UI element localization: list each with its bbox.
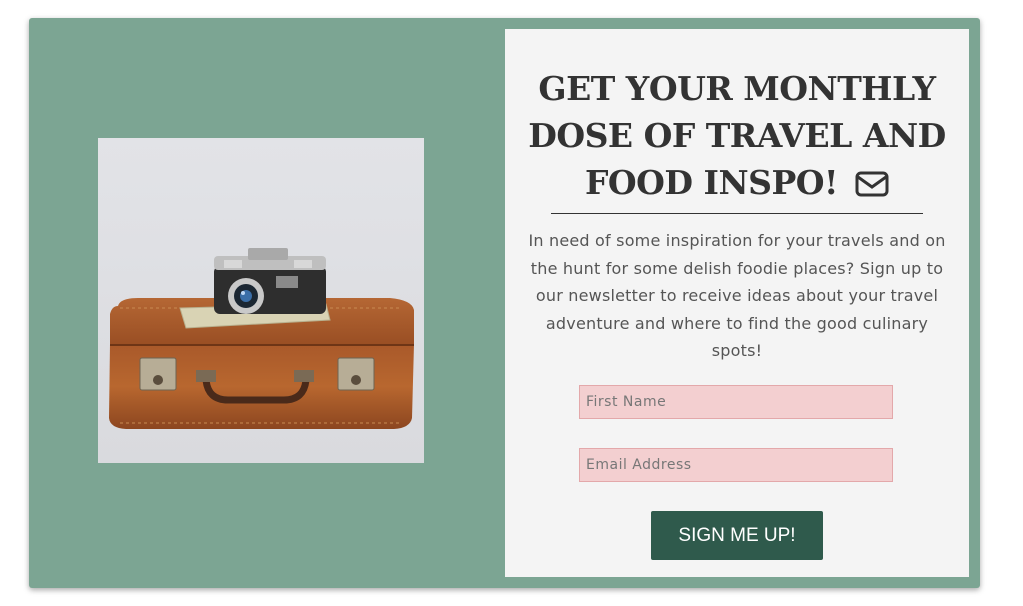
- camera-suitcase-photo: [98, 138, 424, 463]
- newsletter-headline: GET YOUR MONTHLY DOSE OF TRAVEL AND FOOD…: [505, 65, 969, 209]
- email-address-input[interactable]: [579, 448, 893, 482]
- envelope-icon: [855, 162, 889, 209]
- signup-panel: GET YOUR MONTHLY DOSE OF TRAVEL AND FOOD…: [505, 29, 969, 577]
- sign-me-up-button[interactable]: SIGN ME UP!: [651, 511, 823, 560]
- newsletter-description: In need of some inspiration for your tra…: [528, 231, 946, 360]
- newsletter-card: GET YOUR MONTHLY DOSE OF TRAVEL AND FOOD…: [29, 18, 980, 588]
- headline-divider: [551, 213, 923, 214]
- first-name-input[interactable]: [579, 385, 893, 419]
